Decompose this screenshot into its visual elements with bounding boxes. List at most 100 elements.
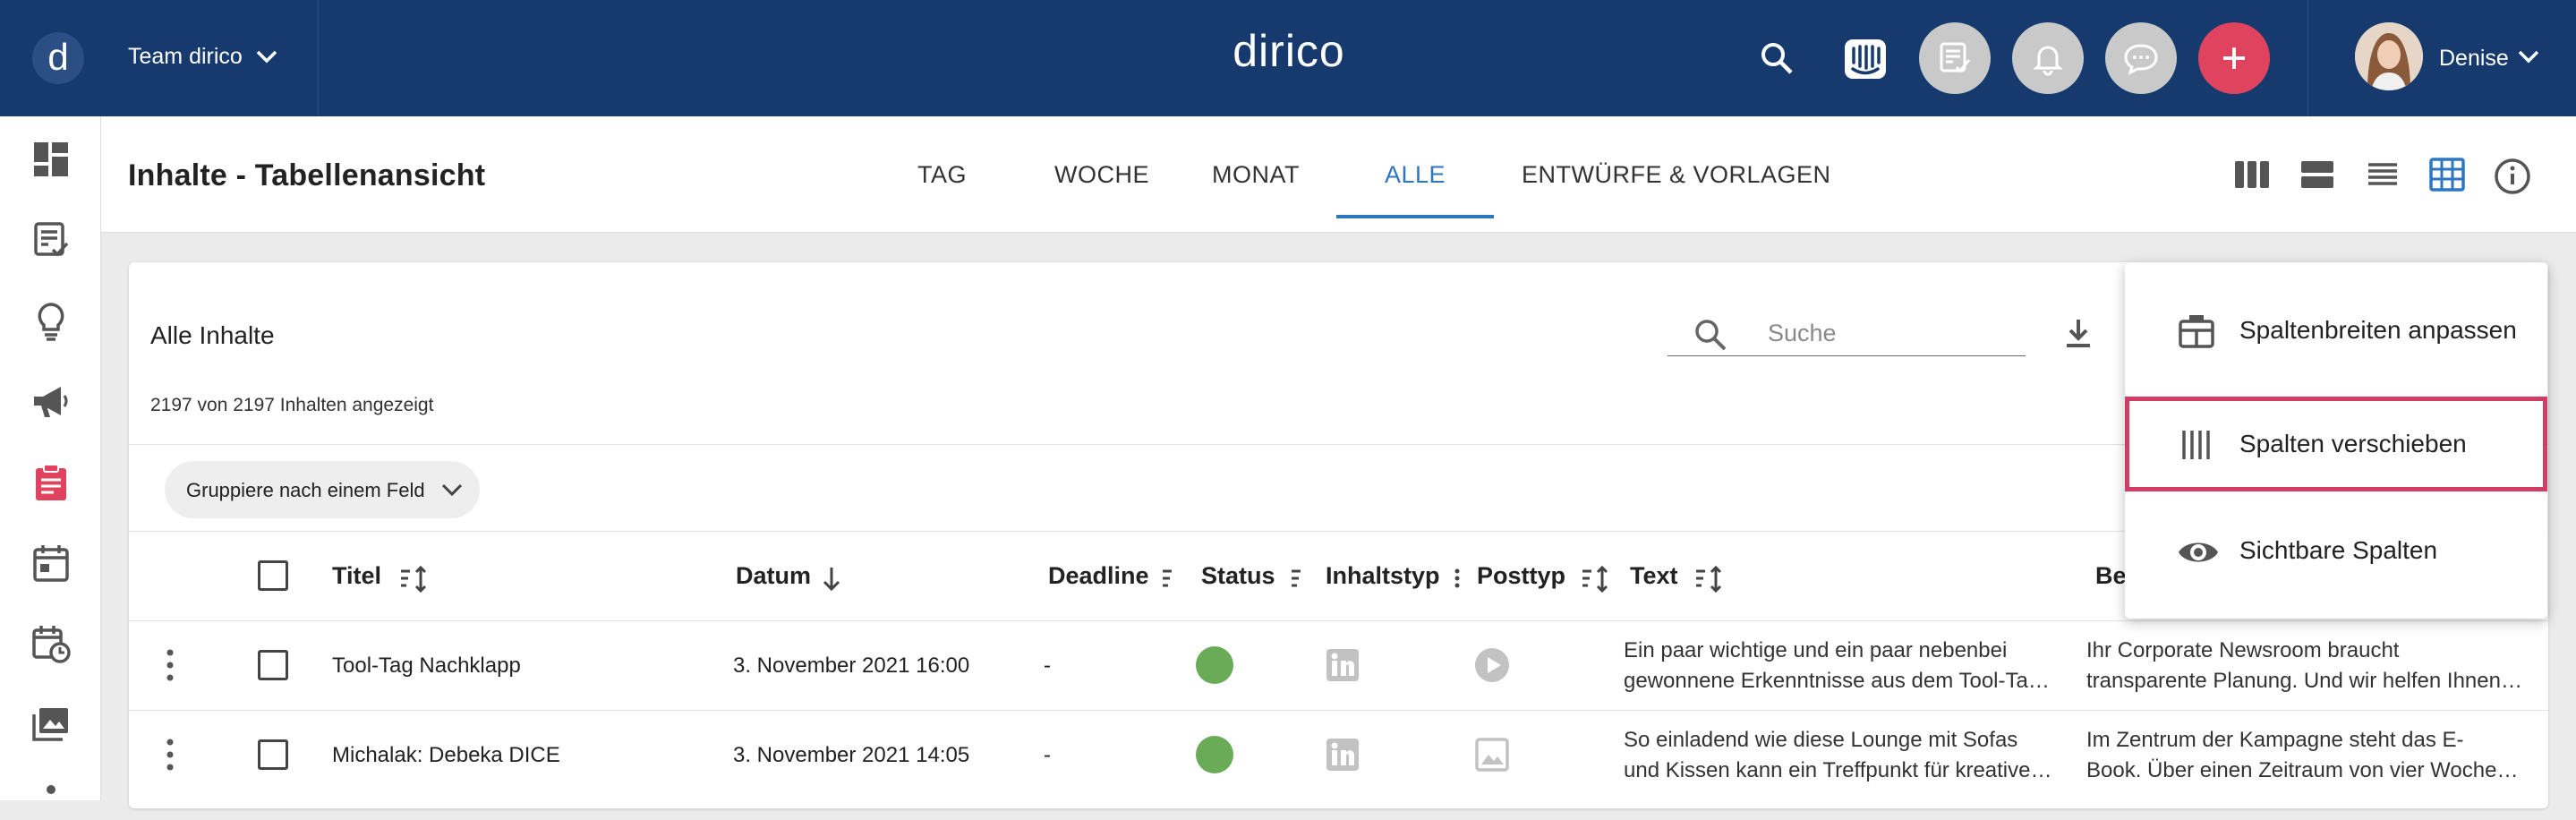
tab-alle[interactable]: ALLE <box>1385 161 1446 189</box>
menu-item-label: Sichtbare Spalten <box>2239 536 2438 564</box>
sort-icon[interactable] <box>1160 564 1180 594</box>
table-options-menu: Spaltenbreiten anpassen Spalten verschie… <box>2125 262 2547 619</box>
column-header-titel[interactable]: Titel <box>332 562 381 590</box>
tab-monat[interactable]: MONAT <box>1212 161 1300 189</box>
row-title[interactable]: Tool-Tag Nachklapp <box>332 653 521 679</box>
chevron-down-icon <box>256 50 277 64</box>
brand-logo: dirico <box>1233 26 1345 76</box>
rows-view-icon[interactable] <box>2298 157 2337 192</box>
sort-icon[interactable] <box>1579 564 1615 594</box>
search-field <box>1668 312 2026 356</box>
calendar-clock-icon[interactable] <box>30 623 72 664</box>
sort-icon[interactable] <box>1289 564 1309 594</box>
user-name: Denise <box>2439 46 2509 71</box>
row-date: 3. November 2021 14:05 <box>733 743 970 767</box>
megaphone-icon[interactable] <box>30 381 72 423</box>
linkedin-icon <box>1326 649 1359 681</box>
column-header-datum[interactable]: Datum <box>736 562 811 590</box>
image-icon <box>1475 738 1509 772</box>
row-date: 3. November 2021 16:00 <box>733 653 970 678</box>
search-icon[interactable] <box>1759 40 1795 76</box>
eye-icon <box>2179 542 2218 562</box>
chevron-down-icon <box>441 483 463 497</box>
menu-item-label: Spalten verschieben <box>2239 430 2467 457</box>
menu-item-visible-columns[interactable]: Sichtbare Spalten <box>2125 500 2547 601</box>
team-name: Team dirico <box>128 44 243 69</box>
messages-button[interactable] <box>2105 22 2177 94</box>
column-header-status[interactable]: Status <box>1201 562 1275 590</box>
video-icon <box>1475 648 1509 682</box>
sort-icon[interactable] <box>1693 564 1728 594</box>
team-logo: d <box>32 32 84 84</box>
more-nav-icon[interactable] <box>30 779 72 820</box>
tab-tag[interactable]: TAG <box>917 161 967 189</box>
chevron-down-icon <box>2518 50 2539 64</box>
search-icon <box>1695 320 1727 351</box>
plus-icon <box>2223 47 2245 69</box>
content-count: 2197 von 2197 Inhalten angezeigt <box>150 395 434 415</box>
row-deadline: - <box>1044 653 1051 678</box>
page-title: Inhalte - Tabellenansicht <box>128 158 486 192</box>
column-header-posttyp[interactable]: Posttyp <box>1477 562 1565 590</box>
dashboard-icon[interactable] <box>30 139 72 180</box>
tab-entwuerfe-vorlagen[interactable]: ENTWÜRFE & VORLAGEN <box>1522 161 1831 189</box>
top-bar: d Team dirico dirico Denise <box>0 0 2576 116</box>
row-menu-icon[interactable] <box>165 647 175 683</box>
list-view-icon[interactable] <box>2363 157 2402 192</box>
tasks-button[interactable] <box>1919 22 1991 94</box>
row-description-line: Ihr Corporate Newsroom braucht <box>2086 638 2400 662</box>
user-menu[interactable]: Denise <box>2307 0 2576 116</box>
search-input[interactable] <box>1766 319 2017 348</box>
table-columns-icon <box>2179 315 2214 348</box>
move-columns-icon <box>2182 431 2210 459</box>
menu-item-label: Spaltenbreiten anpassen <box>2239 316 2517 344</box>
sort-icon[interactable] <box>397 564 433 594</box>
row-title[interactable]: Michalak: Debeka DICE <box>332 743 560 768</box>
lightbulb-icon[interactable] <box>30 301 72 342</box>
status-indicator <box>1196 646 1233 684</box>
row-text-line: und Kissen kann ein Treffpunkt für kreat… <box>1624 758 2052 782</box>
column-header-deadline[interactable]: Deadline <box>1048 562 1149 590</box>
bell-icon <box>2033 46 2063 76</box>
row-description-line: transparente Planung. Und wir helfen Ihn… <box>2086 669 2522 693</box>
linkedin-icon <box>1326 739 1359 771</box>
intercom-icon[interactable] <box>1843 38 1888 81</box>
add-content-button[interactable] <box>2198 22 2270 94</box>
divider <box>129 710 2548 711</box>
group-by-field-button[interactable]: Gruppiere nach einem Feld <box>165 461 480 518</box>
group-by-label: Gruppiere nach einem Feld <box>186 479 425 501</box>
column-header-text[interactable]: Text <box>1630 562 1678 590</box>
row-text-line: gewonnene Erkenntnisse aus dem Tool-Ta… <box>1624 669 2050 693</box>
column-header-beschreibung[interactable]: Be <box>2095 562 2127 590</box>
clipboard-icon[interactable] <box>30 462 72 503</box>
columns-view-icon[interactable] <box>2232 157 2272 192</box>
column-header-inhaltstyp[interactable]: Inhaltstyp <box>1326 562 1440 590</box>
status-indicator <box>1196 736 1233 773</box>
team-switcher[interactable]: d Team dirico <box>0 0 319 116</box>
row-checkbox[interactable] <box>258 739 288 770</box>
row-text-line: So einladend wie diese Lounge mit Sofas <box>1624 728 2018 752</box>
sort-descending-icon[interactable] <box>818 564 845 594</box>
menu-item-move-columns[interactable]: Spalten verschieben <box>2125 397 2547 491</box>
tab-woche[interactable]: WOCHE <box>1054 161 1149 189</box>
column-menu-icon[interactable] <box>1452 564 1463 594</box>
avatar <box>2355 22 2423 90</box>
info-icon[interactable] <box>2493 157 2532 196</box>
media-library-icon[interactable] <box>30 704 72 745</box>
row-checkbox[interactable] <box>258 650 288 680</box>
notifications-button[interactable] <box>2012 22 2084 94</box>
tasks-icon <box>1940 42 1971 73</box>
active-tab-indicator <box>1336 215 1494 218</box>
tasks-icon[interactable] <box>30 220 72 261</box>
calendar-icon[interactable] <box>30 542 72 584</box>
chat-icon <box>2124 44 2158 75</box>
left-navigation <box>0 116 101 800</box>
table-view-icon[interactable] <box>2427 157 2467 192</box>
menu-item-adjust-column-widths[interactable]: Spaltenbreiten anpassen <box>2125 280 2547 380</box>
select-all-checkbox[interactable] <box>258 560 288 591</box>
divider <box>129 620 2548 621</box>
row-description-line: Im Zentrum der Kampagne steht das E- <box>2086 728 2464 752</box>
download-icon[interactable] <box>2060 316 2096 352</box>
row-deadline: - <box>1044 743 1051 767</box>
row-menu-icon[interactable] <box>165 737 175 773</box>
